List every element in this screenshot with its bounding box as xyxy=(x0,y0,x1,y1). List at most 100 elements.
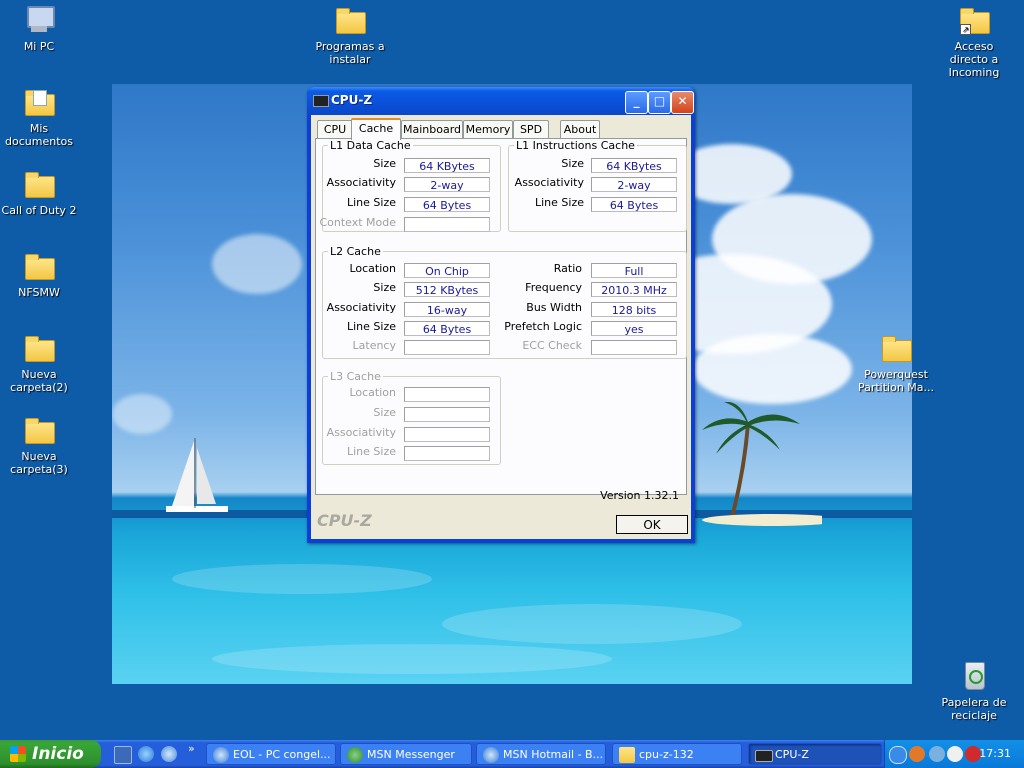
desktop-icon-nueva-carpeta-3[interactable]: Nueva carpeta(3) xyxy=(0,414,79,476)
group-title: L3 Cache xyxy=(330,370,381,383)
start-button[interactable]: Inicio xyxy=(0,740,101,768)
tab-memory[interactable]: Memory xyxy=(463,120,513,138)
tray-app-icon-3[interactable] xyxy=(947,746,963,762)
l1d-size-value: 64 KBytes xyxy=(404,158,490,173)
cpuz-app-icon xyxy=(313,95,329,107)
l2-line-value: 64 Bytes xyxy=(404,321,490,336)
icon-label: NFSMW xyxy=(18,286,60,299)
taskbar-item-label: MSN Messenger xyxy=(367,748,455,761)
l2-ecc-value xyxy=(591,340,677,355)
show-desktop-icon[interactable] xyxy=(114,746,132,764)
tray-app-icon-2[interactable] xyxy=(929,746,945,762)
version-text: Version 1.32.1 xyxy=(600,489,679,502)
l1i-assoc-label: Associativity xyxy=(514,176,584,189)
palm-island-graphic xyxy=(702,402,822,526)
l1d-line-value: 64 Bytes xyxy=(404,197,490,212)
icon-label: Nueva carpeta(2) xyxy=(10,368,68,394)
taskbar-item-eol[interactable]: EOL - PC congel... xyxy=(206,743,336,765)
icon-label: Nueva carpeta(3) xyxy=(10,450,68,476)
l3-size-label: Size xyxy=(373,406,396,419)
internet-explorer-icon[interactable] xyxy=(138,746,154,762)
desktop-icon-acceso-directo-incoming[interactable]: ↗ Acceso directo a Incoming xyxy=(934,4,1014,79)
taskbar-item-cpu-z[interactable]: CPU-Z xyxy=(748,743,882,765)
taskbar: Inicio » EOL - PC congel... MSN Messenge… xyxy=(0,740,1024,768)
l2-assoc-value: 16-way xyxy=(404,302,490,317)
recycle-bin-icon xyxy=(958,660,990,692)
taskbar-item-hotmail[interactable]: MSN Hotmail - B... xyxy=(476,743,606,765)
l2-freq-label: Frequency xyxy=(525,281,582,294)
l1d-assoc-value: 2-way xyxy=(404,177,490,192)
close-button[interactable]: ✕ xyxy=(671,91,694,114)
desktop-icon-my-computer[interactable]: Mi PC xyxy=(0,4,79,53)
l2-line-label: Line Size xyxy=(346,320,396,333)
desktop-icon-my-documents[interactable]: Mis documentos xyxy=(0,86,79,148)
desktop-icon-nueva-carpeta-2[interactable]: Nueva carpeta(2) xyxy=(0,332,79,394)
l1d-context-value xyxy=(404,217,490,232)
l2-location-value: On Chip xyxy=(404,263,490,278)
l1i-assoc-value: 2-way xyxy=(591,177,677,192)
l1i-line-label: Line Size xyxy=(534,196,584,209)
clock-text[interactable]: 17:31 xyxy=(979,747,1011,760)
taskbar-item-cpu-z-132[interactable]: cpu-z-132 xyxy=(612,743,742,765)
l1d-assoc-label: Associativity xyxy=(326,176,396,189)
desktop-icon-recycle-bin[interactable]: Papelera de reciclaje xyxy=(934,660,1014,722)
l3-line-label: Line Size xyxy=(346,445,396,458)
tab-cache[interactable]: Cache xyxy=(351,118,401,140)
l2-freq-value: 2010.3 MHz xyxy=(591,282,677,297)
desktop-icon-call-of-duty-2[interactable]: Call of Duty 2 xyxy=(0,168,79,217)
l2-size-label: Size xyxy=(373,281,396,294)
tab-mainboard[interactable]: Mainboard xyxy=(401,120,463,138)
system-tray: 17:31 xyxy=(884,740,1024,768)
group-title: L2 Cache xyxy=(330,245,381,258)
my-computer-icon xyxy=(23,4,55,36)
group-title: L1 Data Cache xyxy=(330,139,411,152)
my-documents-icon xyxy=(23,86,55,118)
taskbar-item-label: CPU-Z xyxy=(775,748,809,761)
browser-icon xyxy=(213,747,229,763)
l2-bus-label: Bus Width xyxy=(526,301,582,314)
l2-ratio-value: Full xyxy=(591,263,677,278)
tab-spd[interactable]: SPD xyxy=(513,120,549,138)
sailboat-graphic xyxy=(166,438,228,512)
tab-about[interactable]: About xyxy=(560,120,600,138)
l3-assoc-value xyxy=(404,427,490,442)
l2-bus-value: 128 bits xyxy=(591,302,677,317)
folder-icon xyxy=(23,250,55,282)
group-title: L1 Instructions Cache xyxy=(516,139,635,152)
desktop-icon-nfsmw[interactable]: NFSMW xyxy=(0,250,79,299)
taskbar-item-label: EOL - PC congel... xyxy=(233,748,331,761)
l2-latency-label: Latency xyxy=(352,339,396,352)
icon-label: Acceso directo a Incoming xyxy=(948,40,1000,79)
desktop-icon-programas-a-instalar[interactable]: Programas a instalar xyxy=(310,4,390,66)
icon-label: Powerquest Partition Ma... xyxy=(857,368,935,394)
icon-label: Programas a instalar xyxy=(315,40,385,66)
l3-location-value xyxy=(404,387,490,402)
desktop-icon-powerquest[interactable]: Powerquest Partition Ma... xyxy=(856,332,936,394)
window-titlebar[interactable]: CPU-Z _ □ ✕ xyxy=(307,87,695,115)
cpuz-app-icon xyxy=(755,750,773,762)
tab-cpu[interactable]: CPU xyxy=(317,120,353,138)
folder-icon xyxy=(23,414,55,446)
l3-assoc-label: Associativity xyxy=(326,426,396,439)
icon-label: Call of Duty 2 xyxy=(1,204,77,217)
l2-size-value: 512 KBytes xyxy=(404,282,490,297)
folder-icon xyxy=(619,747,635,763)
minimize-button[interactable]: _ xyxy=(625,91,648,114)
ok-button[interactable]: OK xyxy=(616,515,688,534)
l1i-size-label: Size xyxy=(561,157,584,170)
maximize-button[interactable]: □ xyxy=(648,91,671,114)
l1i-size-value: 64 KBytes xyxy=(591,158,677,173)
cpuz-brand-logo: CPU-Z xyxy=(317,511,372,530)
folder-icon xyxy=(880,332,912,364)
folder-shortcut-icon: ↗ xyxy=(958,4,990,36)
taskbar-item-msn-messenger[interactable]: MSN Messenger xyxy=(340,743,472,765)
tray-expand-icon[interactable] xyxy=(889,746,907,764)
messenger-quicklaunch-icon[interactable] xyxy=(161,746,177,762)
quicklaunch-chevron-icon[interactable]: » xyxy=(188,742,195,755)
start-label: Inicio xyxy=(32,744,84,764)
folder-icon xyxy=(23,332,55,364)
l3-line-value xyxy=(404,446,490,461)
icon-label: Mis documentos xyxy=(5,122,73,148)
tray-app-icon-1[interactable] xyxy=(909,746,925,762)
msn-messenger-icon xyxy=(347,747,363,763)
